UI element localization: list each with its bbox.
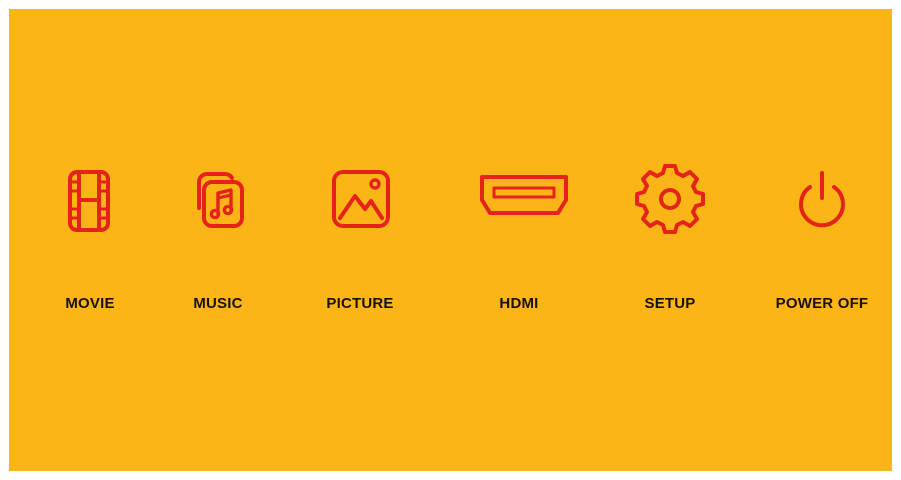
picture-icon — [332, 170, 390, 228]
power-icon — [799, 171, 845, 228]
menu-label-power-off: POWER OFF — [775, 295, 869, 312]
music-note-icon — [197, 171, 244, 228]
menu-item-picture[interactable]: PICTURE — [300, 157, 420, 327]
film-strip-icon — [68, 170, 110, 232]
menu-label-picture: PICTURE — [326, 295, 394, 312]
menu-label-hdmi: HDMI — [499, 295, 539, 312]
menu-item-setup[interactable]: SETUP — [610, 157, 730, 327]
gear-icon — [635, 164, 705, 234]
menu-label-music: MUSIC — [193, 295, 243, 312]
menu-item-power-off[interactable]: POWER OFF — [752, 157, 892, 327]
menu-item-hdmi[interactable]: HDMI — [449, 157, 589, 327]
hdmi-port-icon — [480, 175, 568, 215]
menu-item-music[interactable]: MUSIC — [158, 157, 278, 327]
menu-label-setup: SETUP — [644, 295, 696, 312]
menu-label-movie: MOVIE — [65, 295, 115, 312]
home-screen: MOVIE MUSIC PICTURE HDMI SETUP POWER OFF — [9, 9, 892, 471]
menu-item-movie[interactable]: MOVIE — [30, 157, 150, 327]
